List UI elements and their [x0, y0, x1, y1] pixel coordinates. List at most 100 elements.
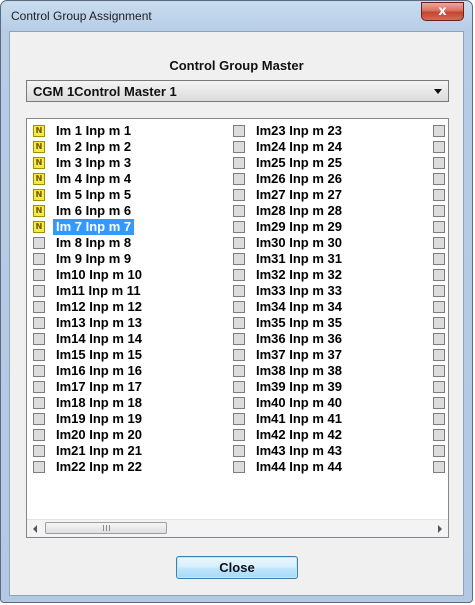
- scroll-left-arrow-icon[interactable]: [33, 525, 37, 533]
- unchecked-checkbox[interactable]: [233, 349, 245, 361]
- unchecked-checkbox[interactable]: [233, 413, 245, 425]
- unchecked-checkbox[interactable]: [33, 445, 45, 457]
- unchecked-checkbox[interactable]: [433, 413, 445, 425]
- control-group-master-label: Control Group Master: [169, 58, 304, 73]
- list-item-label: Im19 Inp m 19: [56, 411, 142, 426]
- unchecked-checkbox[interactable]: [233, 205, 245, 217]
- unchecked-checkbox[interactable]: [433, 461, 445, 473]
- unchecked-checkbox[interactable]: [233, 333, 245, 345]
- unchecked-checkbox[interactable]: [233, 173, 245, 185]
- list-item-label: Im 1 Inp m 1: [56, 123, 132, 138]
- input-assignment-list[interactable]: N Im 1 Inp m 1 N Im 2 Inp m 2 N Im 3 Inp m 3 N…: [26, 118, 449, 538]
- unchecked-checkbox[interactable]: [33, 413, 45, 425]
- unchecked-checkbox[interactable]: [233, 157, 245, 169]
- unchecked-checkbox[interactable]: [233, 461, 245, 473]
- list-item-label: Im 9 Inp m 9: [56, 251, 132, 266]
- close-button[interactable]: Close: [176, 556, 298, 579]
- scroll-thumb[interactable]: [45, 522, 167, 534]
- list-item-label: Im13 Inp m 13: [56, 315, 142, 330]
- dropdown-selected-value: CGM 1Control Master 1: [33, 84, 177, 99]
- list-item-label: Im20 Inp m 20: [56, 427, 142, 442]
- checked-checkbox[interactable]: N: [33, 189, 45, 201]
- checked-checkbox[interactable]: N: [33, 141, 45, 153]
- checked-checkbox[interactable]: N: [33, 125, 45, 137]
- unchecked-checkbox[interactable]: [33, 365, 45, 377]
- unchecked-checkbox[interactable]: [433, 157, 445, 169]
- checked-checkbox[interactable]: N: [33, 173, 45, 185]
- scroll-right-arrow-icon[interactable]: [438, 525, 442, 533]
- unchecked-checkbox[interactable]: [33, 285, 45, 297]
- unchecked-checkbox[interactable]: [33, 333, 45, 345]
- unchecked-checkbox[interactable]: [233, 365, 245, 377]
- list-item-label: Im 5 Inp m 5: [56, 187, 132, 202]
- unchecked-checkbox[interactable]: [233, 445, 245, 457]
- dialog-body: Control Group Master CGM 1Control Master…: [9, 31, 464, 596]
- list-item-label: Im30 Inp m 30: [256, 235, 342, 250]
- unchecked-checkbox[interactable]: [433, 381, 445, 393]
- unchecked-checkbox[interactable]: [233, 189, 245, 201]
- unchecked-checkbox[interactable]: [233, 253, 245, 265]
- unchecked-checkbox[interactable]: [33, 317, 45, 329]
- unchecked-checkbox[interactable]: [33, 301, 45, 313]
- list-item-label: Im25 Inp m 25: [256, 155, 342, 170]
- unchecked-checkbox[interactable]: [433, 237, 445, 249]
- window-title: Control Group Assignment: [11, 9, 152, 23]
- unchecked-checkbox[interactable]: [33, 349, 45, 361]
- unchecked-checkbox[interactable]: [433, 317, 445, 329]
- unchecked-checkbox[interactable]: [433, 141, 445, 153]
- list-item-label: Im 8 Inp m 8: [56, 235, 132, 250]
- unchecked-checkbox[interactable]: [433, 269, 445, 281]
- unchecked-checkbox[interactable]: [33, 253, 45, 265]
- checked-checkbox[interactable]: N: [33, 205, 45, 217]
- unchecked-checkbox[interactable]: [33, 429, 45, 441]
- unchecked-checkbox[interactable]: [433, 301, 445, 313]
- list-item-label: Im31 Inp m 31: [256, 251, 342, 266]
- unchecked-checkbox[interactable]: [233, 125, 245, 137]
- checked-checkbox[interactable]: N: [33, 157, 45, 169]
- horizontal-scrollbar[interactable]: [27, 519, 448, 537]
- unchecked-checkbox[interactable]: [433, 221, 445, 233]
- list-item-label: Im16 Inp m 16: [56, 363, 142, 378]
- unchecked-checkbox[interactable]: [433, 397, 445, 409]
- unchecked-checkbox[interactable]: [433, 445, 445, 457]
- list-item-label: Im15 Inp m 15: [56, 347, 142, 362]
- unchecked-checkbox[interactable]: [33, 461, 45, 473]
- unchecked-checkbox[interactable]: [433, 173, 445, 185]
- list-item-label: Im26 Inp m 26: [256, 171, 342, 186]
- scroll-grip-icon: [103, 525, 110, 531]
- unchecked-checkbox[interactable]: [233, 429, 245, 441]
- unchecked-checkbox[interactable]: [233, 381, 245, 393]
- unchecked-checkbox[interactable]: [233, 269, 245, 281]
- unchecked-checkbox[interactable]: [233, 285, 245, 297]
- unchecked-checkbox[interactable]: [433, 205, 445, 217]
- unchecked-checkbox[interactable]: [433, 333, 445, 345]
- control-group-master-dropdown[interactable]: CGM 1Control Master 1: [26, 80, 449, 102]
- unchecked-checkbox[interactable]: [233, 397, 245, 409]
- list-item-label: Im36 Inp m 36: [256, 331, 342, 346]
- title-bar[interactable]: Control Group Assignment x: [1, 1, 472, 31]
- unchecked-checkbox[interactable]: [233, 221, 245, 233]
- window-close-button[interactable]: x: [421, 2, 464, 21]
- unchecked-checkbox[interactable]: [233, 141, 245, 153]
- unchecked-checkbox[interactable]: [433, 189, 445, 201]
- unchecked-checkbox[interactable]: [33, 397, 45, 409]
- unchecked-checkbox[interactable]: [233, 301, 245, 313]
- unchecked-checkbox[interactable]: [433, 349, 445, 361]
- unchecked-checkbox[interactable]: [433, 365, 445, 377]
- unchecked-checkbox[interactable]: [433, 285, 445, 297]
- list-item-label: Im43 Inp m 43: [256, 443, 342, 458]
- list-item-label: Im38 Inp m 38: [256, 363, 342, 378]
- unchecked-checkbox[interactable]: [33, 269, 45, 281]
- list-item-label: Im 2 Inp m 2: [56, 139, 132, 154]
- unchecked-checkbox[interactable]: [33, 237, 45, 249]
- unchecked-checkbox[interactable]: [433, 125, 445, 137]
- unchecked-checkbox[interactable]: [233, 237, 245, 249]
- list-item-label: Im11 Inp m 11: [56, 283, 141, 298]
- dropdown-arrow-icon[interactable]: [434, 89, 442, 94]
- unchecked-checkbox[interactable]: [433, 429, 445, 441]
- unchecked-checkbox[interactable]: [233, 317, 245, 329]
- checked-checkbox[interactable]: N: [33, 221, 45, 233]
- list-item-label: Im10 Inp m 10: [56, 267, 142, 282]
- unchecked-checkbox[interactable]: [433, 253, 445, 265]
- unchecked-checkbox[interactable]: [33, 381, 45, 393]
